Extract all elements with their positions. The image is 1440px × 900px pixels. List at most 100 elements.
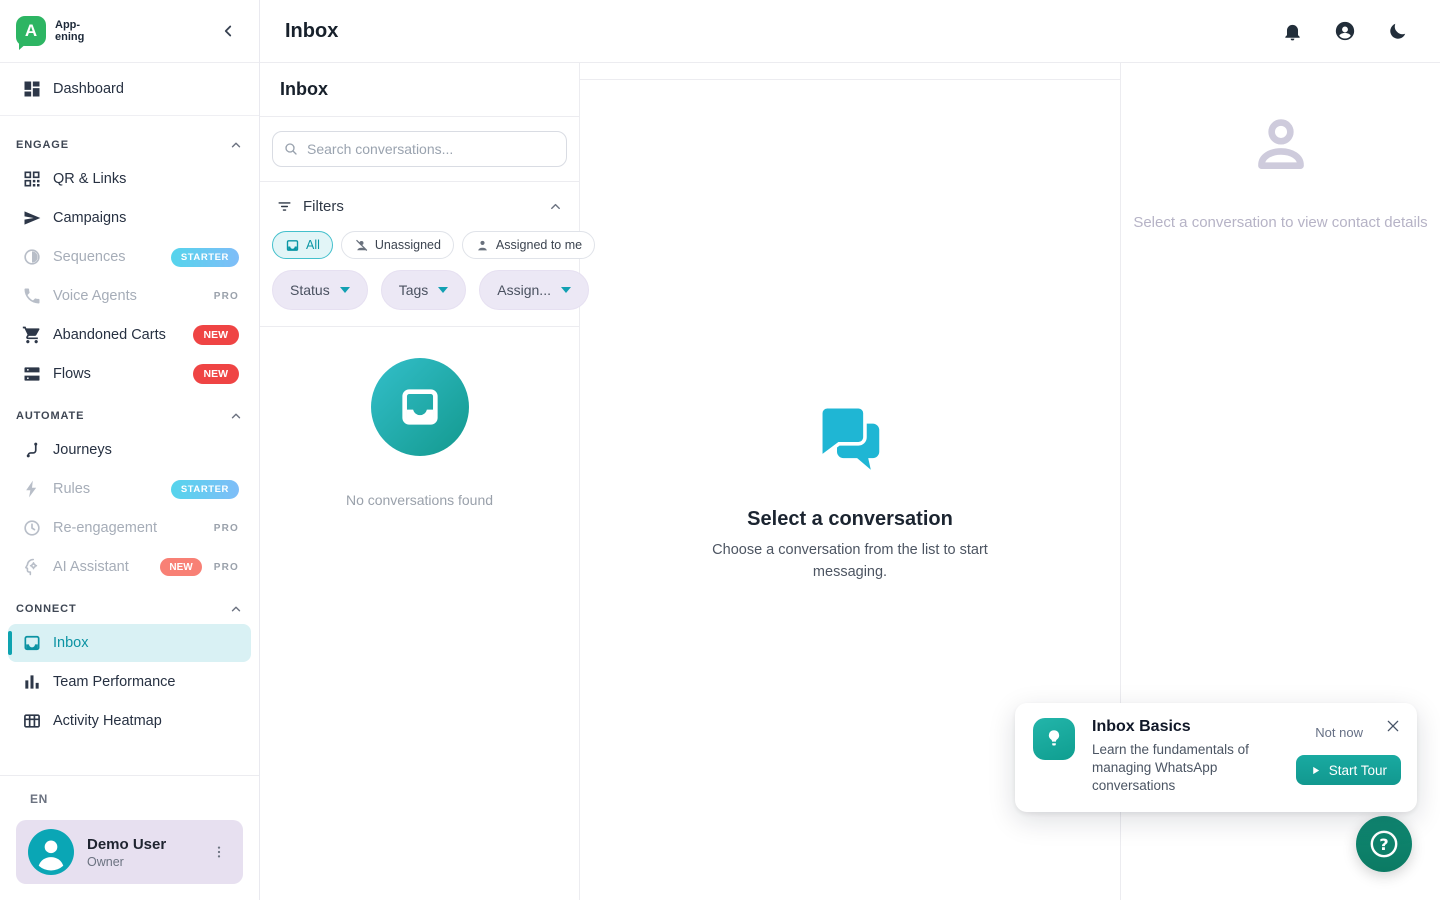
sidebar-item-qr-links[interactable]: QR & Links	[8, 160, 251, 198]
sidebar-item-abandoned-carts[interactable]: Abandoned Carts NEW	[8, 316, 251, 354]
sidebar: A App-ening Dashboard ENGAGE	[0, 0, 260, 900]
list-panel-title: Inbox	[260, 63, 579, 117]
bar-chart-icon	[22, 672, 42, 692]
filter-chip-unassigned[interactable]: Unassigned	[341, 231, 454, 259]
account-button[interactable]	[1334, 20, 1356, 42]
sidebar-item-team-performance[interactable]: Team Performance	[8, 663, 251, 701]
clock-icon	[22, 518, 42, 538]
sidebar-item-inbox[interactable]: Inbox	[8, 624, 251, 662]
question-mark-icon: ?	[1367, 827, 1401, 861]
inbox-icon	[22, 633, 42, 653]
dark-mode-toggle[interactable]	[1387, 21, 1408, 42]
sidebar-section-engage[interactable]: ENGAGE	[0, 123, 259, 159]
sidebar-item-dashboard[interactable]: Dashboard	[8, 70, 251, 108]
pro-tag: PRO	[214, 562, 239, 573]
flows-icon	[22, 364, 42, 384]
filters-label: Filters	[303, 198, 344, 215]
search-input[interactable]	[307, 141, 556, 157]
starter-badge: STARTER	[171, 480, 239, 499]
search-box	[272, 131, 567, 167]
avatar	[28, 829, 74, 875]
chevron-up-icon	[548, 199, 563, 214]
sidebar-item-voice-agents[interactable]: Voice Agents PRO	[8, 277, 251, 315]
sidebar-nav: Dashboard ENGAGE QR & Links Camp	[0, 63, 259, 775]
sidebar-item-label: Abandoned Carts	[53, 327, 166, 343]
sidebar-item-re-engagement[interactable]: Re-engagement PRO	[8, 509, 251, 547]
sidebar-header: A App-ening	[0, 0, 259, 63]
sidebar-item-rules[interactable]: Rules STARTER	[8, 470, 251, 508]
route-icon	[22, 440, 42, 460]
detail-empty-message: Select a conversation to view contact de…	[1131, 211, 1431, 235]
filter-icon	[276, 198, 293, 215]
search-icon	[283, 141, 299, 157]
sidebar-footer: EN Demo User Owner	[0, 775, 259, 900]
sidebar-item-label: Sequences	[53, 249, 126, 265]
caret-down-icon	[340, 287, 350, 293]
close-button[interactable]	[1385, 718, 1401, 734]
conversation-list-panel: Inbox Filters	[260, 63, 580, 900]
app-logo-icon: A	[16, 16, 46, 46]
caret-down-icon	[438, 287, 448, 293]
topbar-icons	[1282, 20, 1408, 42]
bell-icon	[1282, 21, 1303, 42]
sidebar-item-label: Team Performance	[53, 674, 176, 690]
tags-filter-dropdown[interactable]: Tags	[381, 270, 467, 310]
chevron-left-icon	[219, 22, 237, 40]
chat-empty-subtitle: Choose a conversation from the list to s…	[709, 540, 991, 582]
chevron-up-icon	[229, 409, 243, 423]
start-tour-button[interactable]: Start Tour	[1296, 755, 1401, 785]
language-selector[interactable]: EN	[30, 792, 243, 806]
sidebar-item-journeys[interactable]: Journeys	[8, 431, 251, 469]
divider	[0, 115, 259, 116]
sidebar-section-connect[interactable]: CONNECT	[0, 587, 259, 623]
contrast-icon	[22, 247, 42, 267]
empty-list-message: No conversations found	[346, 492, 493, 508]
sidebar-item-sequences[interactable]: Sequences STARTER	[8, 238, 251, 276]
new-badge: NEW	[160, 558, 201, 576]
filter-chip-all[interactable]: All	[272, 231, 333, 259]
brand-name: App-ening	[55, 19, 84, 43]
tour-title: Inbox Basics	[1092, 718, 1279, 736]
not-now-button[interactable]: Not now	[1315, 725, 1363, 740]
bolt-icon	[22, 479, 42, 499]
ai-assistant-icon	[22, 557, 42, 577]
starter-badge: STARTER	[171, 248, 239, 267]
conversation-list-empty-state: No conversations found	[260, 327, 579, 900]
inbox-icon	[285, 238, 300, 253]
user-menu-button[interactable]	[207, 840, 231, 864]
topbar: Inbox	[260, 0, 1440, 63]
tour-text: Inbox Basics Learn the fundamentals of m…	[1092, 718, 1279, 795]
chevron-up-icon	[229, 138, 243, 152]
tour-body: Learn the fundamentals of managing Whats…	[1092, 741, 1270, 795]
sidebar-item-label: Journeys	[53, 442, 112, 458]
search-section	[260, 117, 579, 182]
sidebar-item-label: Inbox	[53, 635, 88, 651]
sidebar-collapse-button[interactable]	[213, 16, 243, 46]
filters-toggle[interactable]: Filters	[272, 194, 567, 219]
cart-icon	[22, 325, 42, 345]
svg-text:?: ?	[1379, 835, 1388, 854]
chat-bubbles-icon	[811, 397, 889, 475]
sidebar-item-activity-heatmap[interactable]: Activity Heatmap	[8, 702, 251, 740]
dashboard-icon	[22, 79, 42, 99]
page-title: Inbox	[285, 20, 338, 43]
sidebar-item-label: AI Assistant	[53, 559, 129, 575]
sidebar-item-campaigns[interactable]: Campaigns	[8, 199, 251, 237]
assignee-filter-dropdown[interactable]: Assign...	[479, 270, 589, 310]
user-card[interactable]: Demo User Owner	[16, 820, 243, 884]
sidebar-item-label: Activity Heatmap	[53, 713, 162, 729]
caret-down-icon	[561, 287, 571, 293]
notifications-button[interactable]	[1282, 21, 1303, 42]
user-info: Demo User Owner	[87, 836, 166, 869]
account-circle-icon	[1334, 20, 1356, 42]
filter-chip-assigned-to-me[interactable]: Assigned to me	[462, 231, 595, 259]
sidebar-item-ai-assistant[interactable]: AI Assistant NEW PRO	[8, 548, 251, 586]
close-icon	[1385, 718, 1401, 734]
sidebar-item-flows[interactable]: Flows NEW	[8, 355, 251, 393]
person-outline-icon	[1248, 113, 1314, 175]
app-logo: A App-ening	[16, 16, 84, 46]
status-filter-dropdown[interactable]: Status	[272, 270, 368, 310]
sidebar-section-automate[interactable]: AUTOMATE	[0, 394, 259, 430]
chevron-up-icon	[229, 602, 243, 616]
help-button[interactable]: ?	[1356, 816, 1412, 872]
